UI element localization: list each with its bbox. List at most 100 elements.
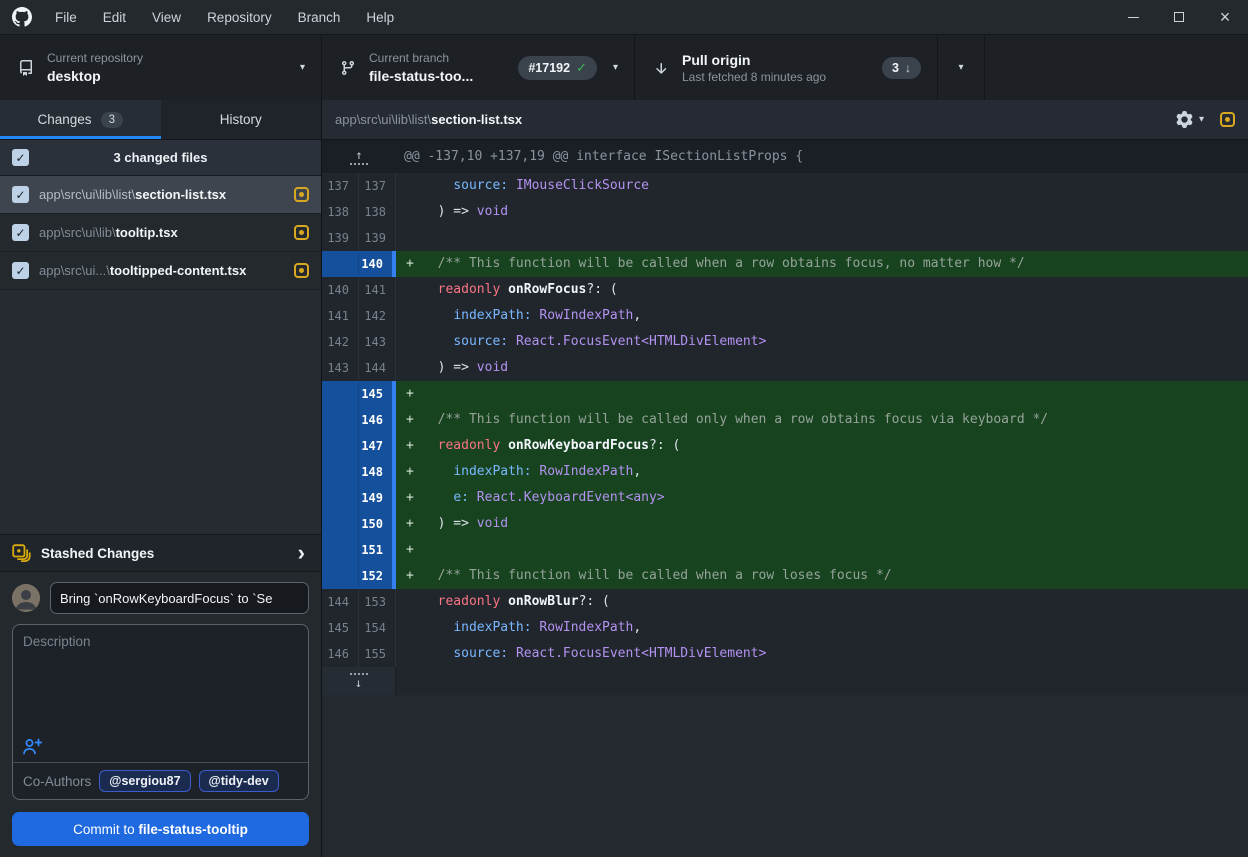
diff-row[interactable]: 145+ [322,381,1248,407]
old-line-number[interactable] [322,433,359,459]
expand-hunk-down-button[interactable]: ↓ [322,667,396,695]
diff-row[interactable]: 146155 source: React.FocusEvent<HTMLDivE… [322,641,1248,667]
file-row[interactable]: ✓ app\src\ui\lib\tooltip.tsx [0,214,321,252]
diff-row[interactable]: 149+ e: React.KeyboardEvent<any> [322,485,1248,511]
menu-item-help[interactable]: Help [353,0,407,34]
new-line-number[interactable]: 141 [359,277,396,303]
diff-row[interactable]: 150+ ) => void [322,511,1248,537]
old-line-number[interactable]: 142 [322,329,359,355]
old-line-number[interactable] [322,563,359,589]
file-name: tooltipped-content.tsx [110,263,247,278]
tab-changes[interactable]: Changes 3 [0,100,161,139]
old-line-number[interactable]: 143 [322,355,359,381]
new-line-number[interactable]: 137 [359,173,396,199]
diff-row[interactable]: 142143 source: React.FocusEvent<HTMLDivE… [322,329,1248,355]
diff-row[interactable]: 147+ readonly onRowKeyboardFocus?: ( [322,433,1248,459]
diff-row[interactable]: 148+ indexPath: RowIndexPath, [322,459,1248,485]
old-line-number[interactable] [322,537,359,563]
diff-row[interactable]: 141142 indexPath: RowIndexPath, [322,303,1248,329]
minimize-button[interactable] [1110,0,1156,34]
diff-row[interactable]: 140141 readonly onRowFocus?: ( [322,277,1248,303]
changed-files-header: ✓ 3 changed files [0,140,321,176]
new-line-number[interactable]: 147 [359,433,396,459]
new-line-number[interactable]: 149 [359,485,396,511]
commit-button-prefix: Commit to [73,822,138,837]
file-row[interactable]: ✓app\src\ui\lib\list\section-list.tsx [0,176,321,214]
current-repository-button[interactable]: Current repository desktop ▾ [0,35,322,100]
file-checkbox[interactable]: ✓ [12,186,29,203]
new-line-number[interactable]: 153 [359,589,396,615]
commit-summary-input[interactable] [50,582,309,614]
new-line-number[interactable]: 152 [359,563,396,589]
old-line-number[interactable]: 146 [322,641,359,667]
new-line-number[interactable]: 151 [359,537,396,563]
old-line-number[interactable] [322,459,359,485]
menu-item-repository[interactable]: Repository [194,0,285,34]
pull-origin-button[interactable]: Pull origin Last fetched 8 minutes ago 3… [635,35,938,100]
diff-row[interactable]: 139139 [322,225,1248,251]
file-label: app\src\ui\lib\tooltip.tsx [39,225,284,240]
diff-row[interactable]: 144153 readonly onRowBlur?: ( [322,589,1248,615]
menu-item-file[interactable]: File [42,0,90,34]
new-line-number[interactable]: 139 [359,225,396,251]
expand-hunk-up-button[interactable]: ↑ [322,140,396,173]
branch-icon [340,60,356,76]
diff-row[interactable]: 145154 indexPath: RowIndexPath, [322,615,1248,641]
coauthor-pill[interactable]: @sergiou87 [99,770,190,792]
file-checkbox[interactable]: ✓ [12,262,29,279]
old-line-number[interactable] [322,381,359,407]
commit-description-input[interactable] [13,625,308,762]
diff-add-marker: + [396,511,422,537]
new-line-number[interactable]: 155 [359,641,396,667]
old-line-number[interactable]: 144 [322,589,359,615]
diff-row[interactable]: 140+ /** This function will be called wh… [322,251,1248,277]
old-line-number[interactable] [322,407,359,433]
menu-item-branch[interactable]: Branch [285,0,354,34]
old-line-number[interactable]: 138 [322,199,359,225]
file-row[interactable]: ✓app\src\ui...\tooltipped-content.tsx [0,252,321,290]
old-line-number[interactable]: 139 [322,225,359,251]
coauthor-pill[interactable]: @tidy-dev [199,770,279,792]
new-line-number[interactable]: 146 [359,407,396,433]
new-line-number[interactable]: 142 [359,303,396,329]
diff-row[interactable]: 146+ /** This function will be called on… [322,407,1248,433]
pull-dropdown-button[interactable]: ▾ [938,35,985,100]
new-line-number[interactable]: 140 [359,251,396,277]
diff-options-button[interactable]: ▾ [1176,111,1204,128]
close-button[interactable]: × [1202,0,1248,34]
old-line-number[interactable]: 145 [322,615,359,641]
diff-row[interactable]: 137137 source: IMouseClickSource [322,173,1248,199]
diff-row[interactable]: 138138 ) => void [322,199,1248,225]
pull-texts: Pull origin Last fetched 8 minutes ago [682,52,826,84]
file-checkbox[interactable]: ✓ [12,224,29,241]
diff-row[interactable]: 151+ [322,537,1248,563]
old-line-number[interactable] [322,251,359,277]
new-line-number[interactable]: 138 [359,199,396,225]
coauthor-pills: @sergiou87 @tidy-dev [99,770,278,792]
old-line-number[interactable]: 140 [322,277,359,303]
new-line-number[interactable]: 154 [359,615,396,641]
old-line-number[interactable] [322,511,359,537]
menu-item-edit[interactable]: Edit [90,0,139,34]
old-line-number[interactable] [322,485,359,511]
chevron-down-icon: ▾ [958,63,963,73]
new-line-number[interactable]: 145 [359,381,396,407]
new-line-number[interactable]: 144 [359,355,396,381]
commit-button[interactable]: Commit to file-status-tooltip [12,812,309,846]
new-line-number[interactable]: 150 [359,511,396,537]
diff-row[interactable]: 152+ /** This function will be called wh… [322,563,1248,589]
select-all-checkbox[interactable]: ✓ [12,149,29,166]
new-line-number[interactable]: 143 [359,329,396,355]
stashed-changes-row[interactable]: Stashed Changes › [0,534,321,572]
old-line-number[interactable]: 141 [322,303,359,329]
add-coauthor-icon[interactable] [22,738,42,755]
menu-item-view[interactable]: View [139,0,194,34]
new-line-number[interactable]: 148 [359,459,396,485]
maximize-button[interactable] [1156,0,1202,34]
old-line-number[interactable]: 137 [322,173,359,199]
diff-row[interactable]: 143144 ) => void [322,355,1248,381]
tab-history[interactable]: History [161,100,322,139]
code-line: readonly onRowKeyboardFocus?: ( [422,433,1248,459]
pr-number-badge[interactable]: #17192 ✓ [518,56,597,80]
current-branch-button[interactable]: Current branch file-status-too... #17192… [322,35,635,100]
